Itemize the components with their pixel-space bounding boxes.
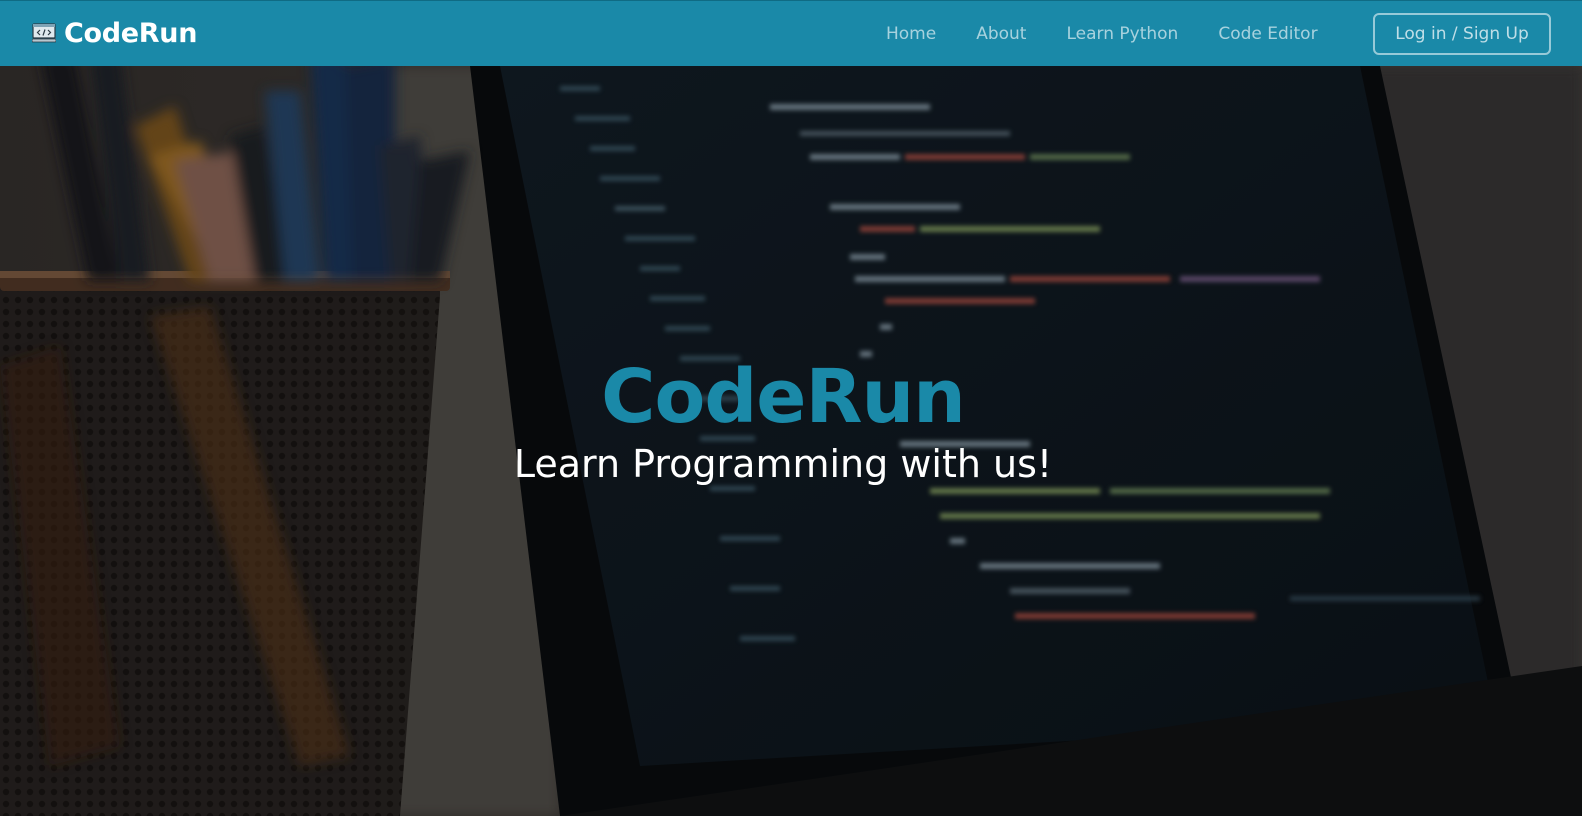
login-signup-button[interactable]: Log in / Sign Up — [1373, 13, 1551, 55]
nav-links: Home About Learn Python Code Editor — [866, 1, 1338, 67]
nav-link-learn-python[interactable]: Learn Python — [1046, 24, 1198, 44]
hero-title: CodeRun — [601, 354, 966, 440]
brand-link[interactable]: CodeRun — [32, 13, 197, 53]
hero-section: CodeRun Learn Programming with us! — [0, 66, 1582, 816]
page: CodeRun Home About Learn Python Code Edi… — [0, 0, 1582, 816]
nav-link-code-editor[interactable]: Code Editor — [1198, 24, 1337, 44]
brand-name: CodeRun — [64, 17, 198, 49]
hero-overlay — [0, 66, 1582, 816]
navbar: CodeRun Home About Learn Python Code Edi… — [0, 0, 1582, 66]
nav-link-about[interactable]: About — [956, 24, 1046, 44]
hero-subtitle: Learn Programming with us! — [513, 442, 1053, 486]
nav-link-home[interactable]: Home — [866, 24, 956, 44]
code-window-icon — [32, 23, 56, 43]
